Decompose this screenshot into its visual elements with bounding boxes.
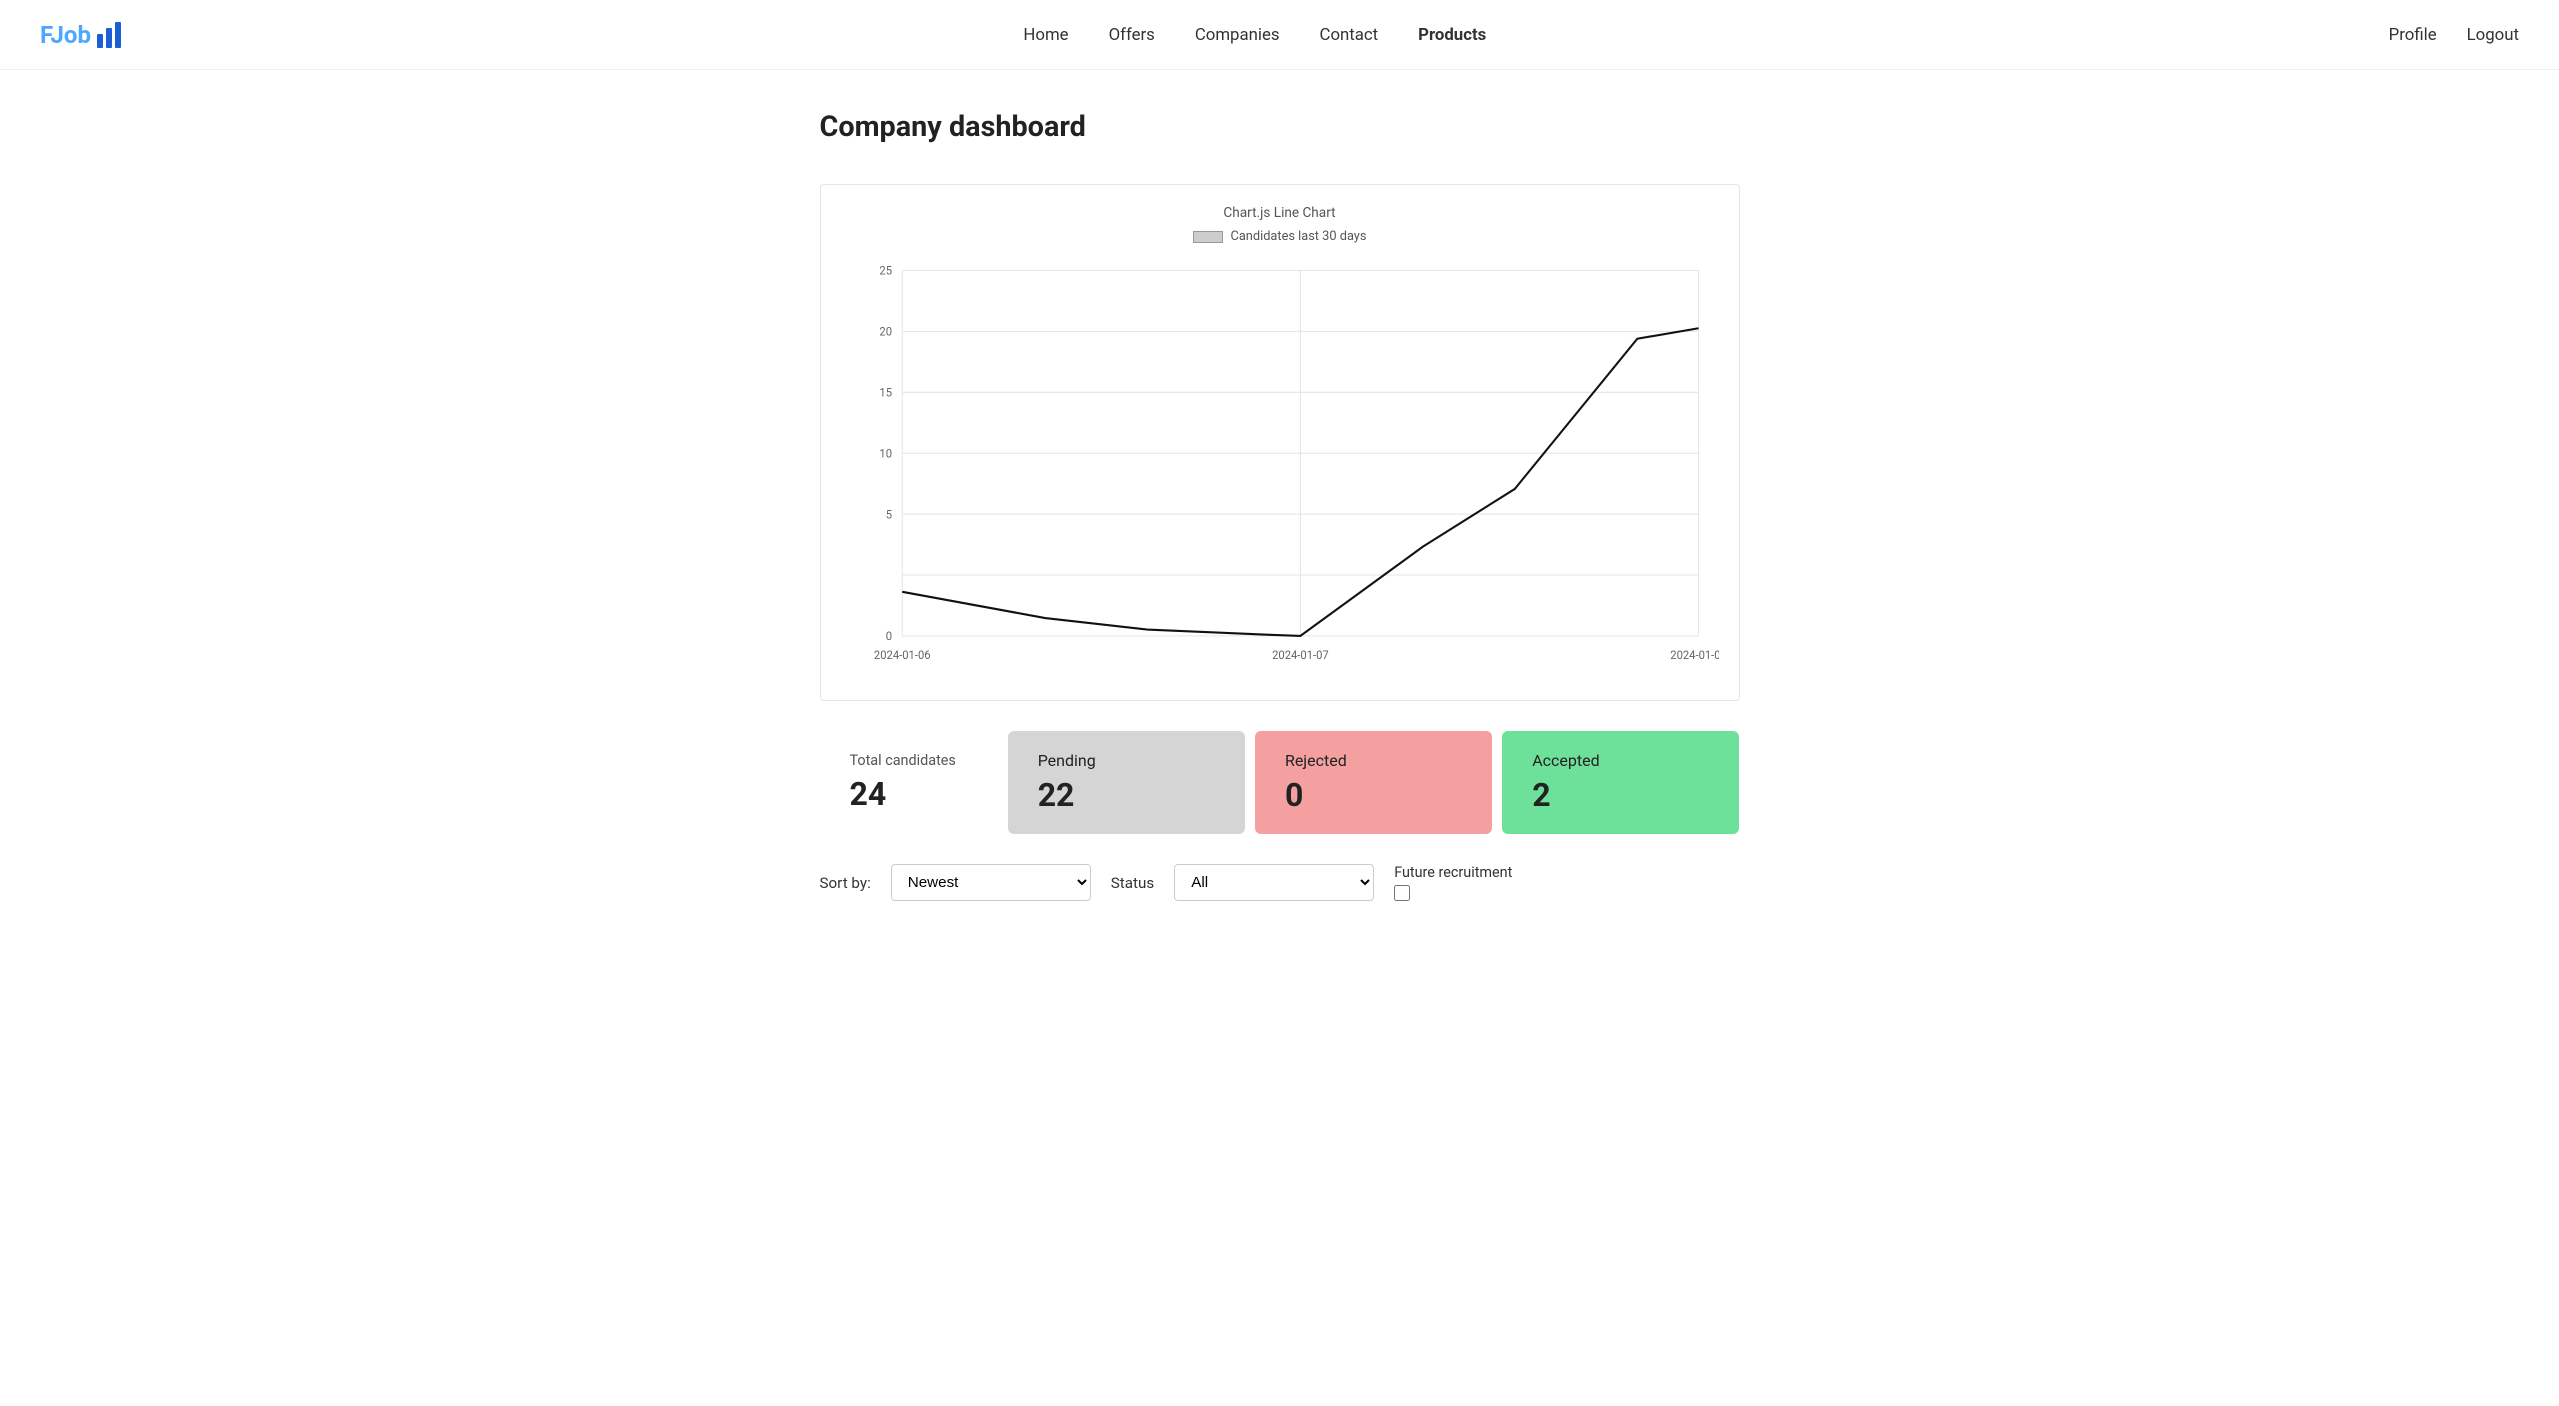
svg-text:2024-01-06: 2024-01-06 (873, 648, 930, 662)
nav-item-home[interactable]: Home (1023, 25, 1068, 45)
chart-svg: 25 20 15 10 5 0 2024-01-06 2024-01-07 20… (841, 260, 1719, 680)
total-label: Total candidates (850, 752, 968, 769)
nav-link-products[interactable]: Products (1418, 25, 1486, 45)
svg-text:2024-01-07: 2024-01-07 (1272, 648, 1329, 662)
chart-title: Chart.js Line Chart (841, 205, 1719, 221)
nav-logout-link[interactable]: Logout (2467, 25, 2519, 45)
legend-color-box (1193, 231, 1223, 243)
chart-container: Chart.js Line Chart Candidates last 30 d… (820, 184, 1740, 701)
nav-item-products[interactable]: Products (1418, 25, 1486, 45)
svg-text:2024-01-08: 2024-01-08 (1670, 648, 1719, 662)
brand-logo[interactable]: FJob (40, 21, 121, 49)
total-value: 24 (850, 775, 968, 813)
brand-name: FJob (40, 21, 91, 49)
svg-text:20: 20 (879, 324, 892, 338)
pending-value: 22 (1038, 776, 1215, 814)
navbar: FJob Home Offers Companies Contact Produ… (0, 0, 2559, 70)
future-rec-label: Future recruitment (1394, 864, 1512, 881)
legend-label: Candidates last 30 days (1231, 229, 1367, 244)
stat-total-candidates: Total candidates 24 (820, 732, 998, 833)
bar-icon-2 (106, 28, 112, 48)
accepted-value: 2 (1532, 776, 1709, 814)
svg-text:0: 0 (885, 629, 891, 643)
nav-item-contact[interactable]: Contact (1320, 25, 1379, 45)
nav-profile-link[interactable]: Profile (2389, 25, 2437, 45)
nav-link-offers[interactable]: Offers (1109, 25, 1155, 45)
svg-text:25: 25 (879, 264, 892, 278)
svg-text:15: 15 (879, 385, 892, 399)
svg-text:5: 5 (885, 507, 891, 521)
future-recruitment-group: Future recruitment (1394, 864, 1512, 901)
main-content: Company dashboard Chart.js Line Chart Ca… (800, 70, 1760, 941)
future-rec-checkbox[interactable] (1394, 885, 1410, 901)
sort-select[interactable]: Newest Oldest (891, 864, 1091, 901)
rejected-value: 0 (1285, 776, 1462, 814)
stat-rejected: Rejected 0 (1255, 731, 1492, 834)
stat-accepted: Accepted 2 (1502, 731, 1739, 834)
chart-legend: Candidates last 30 days (841, 229, 1719, 244)
pending-label: Pending (1038, 751, 1215, 770)
sort-label: Sort by: (820, 874, 871, 892)
nav-right: Profile Logout (2389, 25, 2519, 45)
bar-icon-1 (97, 34, 103, 48)
nav-link-contact[interactable]: Contact (1320, 25, 1379, 45)
accepted-label: Accepted (1532, 751, 1709, 770)
filters-row: Sort by: Newest Oldest Status All Pendin… (820, 864, 1740, 901)
nav-menu: Home Offers Companies Contact Products (1023, 25, 1486, 45)
page-title: Company dashboard (820, 110, 1740, 144)
status-select[interactable]: All Pending Accepted Rejected (1174, 864, 1374, 901)
bar-icon-3 (115, 22, 121, 48)
nav-link-companies[interactable]: Companies (1195, 25, 1280, 45)
chart-area: 25 20 15 10 5 0 2024-01-06 2024-01-07 20… (841, 260, 1719, 680)
nav-item-offers[interactable]: Offers (1109, 25, 1155, 45)
stat-pending: Pending 22 (1008, 731, 1245, 834)
brand-icon (97, 22, 121, 48)
status-label: Status (1111, 874, 1154, 892)
stats-row: Total candidates 24 Pending 22 Rejected … (820, 731, 1740, 834)
svg-text:10: 10 (879, 446, 892, 460)
nav-link-home[interactable]: Home (1023, 25, 1068, 45)
rejected-label: Rejected (1285, 751, 1462, 770)
nav-item-companies[interactable]: Companies (1195, 25, 1280, 45)
